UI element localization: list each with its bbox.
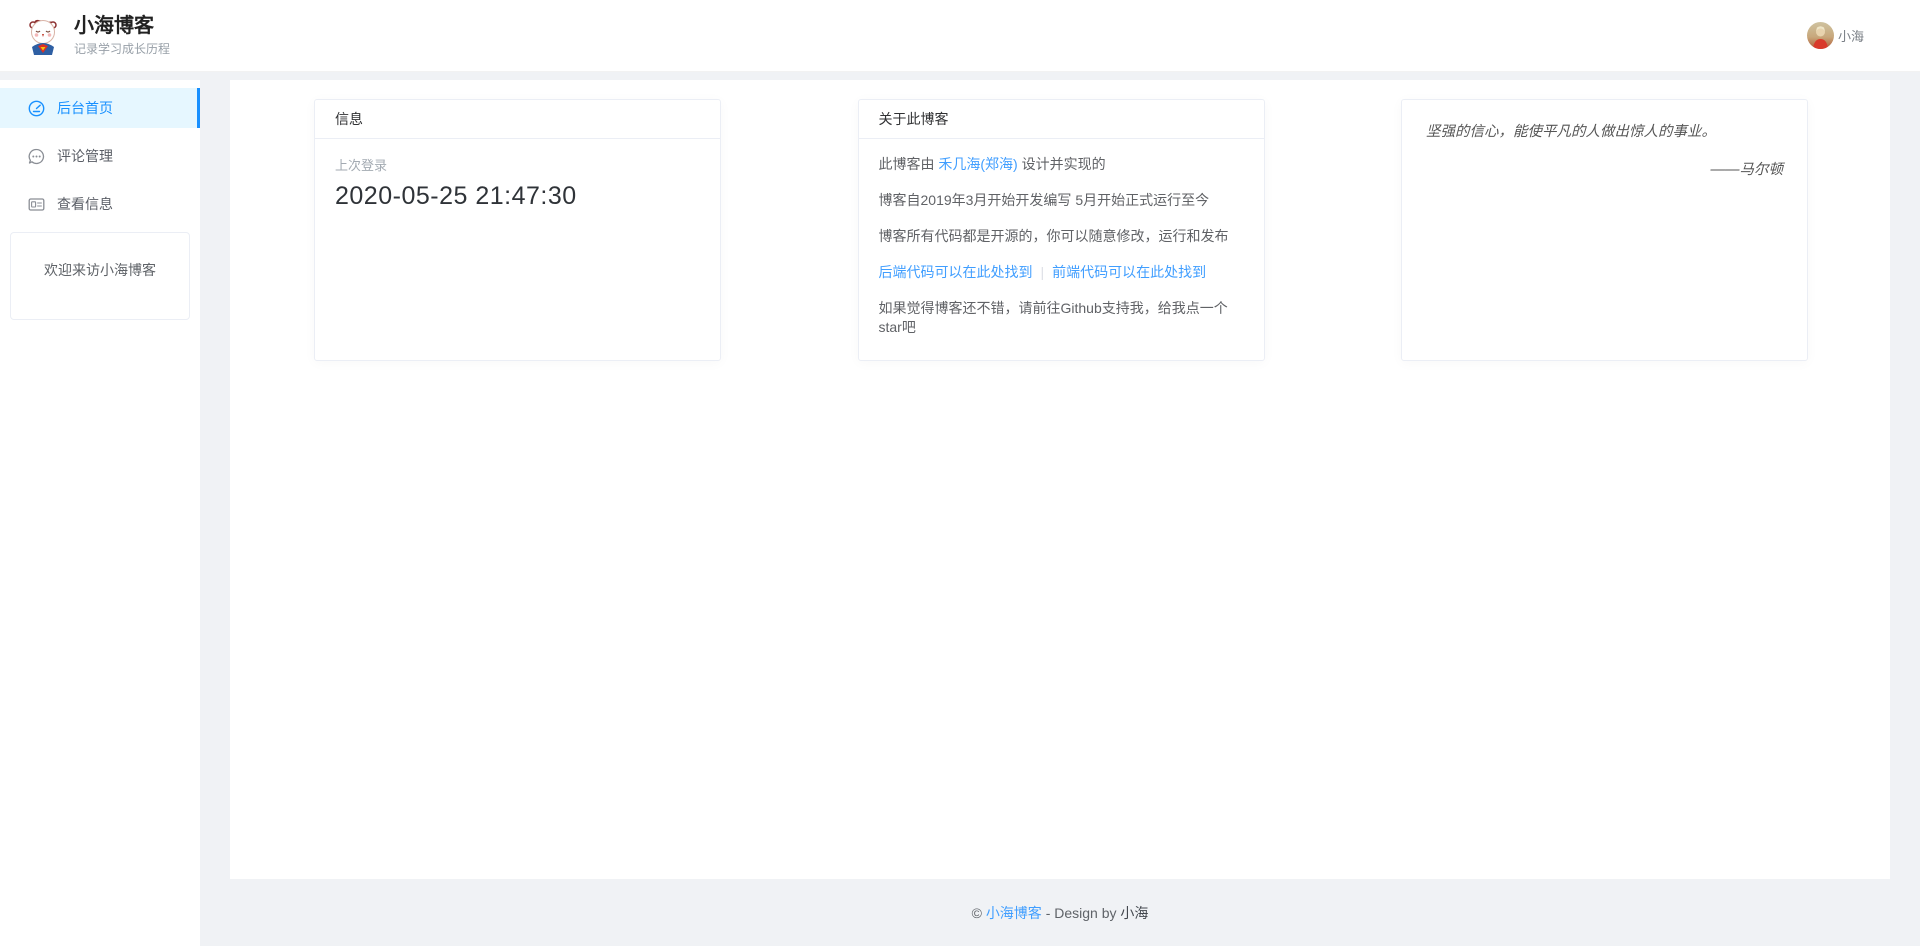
sidebar-item-comments[interactable]: 评论管理 [0,136,200,176]
footer-site-link[interactable]: 小海博客 [986,903,1042,923]
footer-designer: 小海 [1120,903,1148,923]
site-logo-icon [25,17,61,55]
main-content: 信息 上次登录 2020-05-25 21:47:30 关于此博客 此博客由 禾… [230,80,1890,879]
author-link[interactable]: 禾几海(郑海) [938,156,1017,172]
site-title: 小海博客 [74,14,170,38]
about-line-code-links: 后端代码可以在此处找到 | 前端代码可以在此处找到 [879,263,1244,282]
welcome-box: 欢迎来访小海博客 [10,232,190,320]
brand[interactable]: 小海博客 记录学习成长历程 [25,14,170,57]
quote-card: 坚强的信心，能使平凡的人做出惊人的事业。 ——马尔顿 [1401,99,1808,361]
about-line1-prefix: 此博客由 [879,156,939,172]
user-menu[interactable]: 小海 [1807,22,1864,49]
quote-author: ——马尔顿 [1426,158,1783,179]
site-subtitle: 记录学习成长历程 [74,40,170,57]
sidebar-item-label: 查看信息 [57,194,113,214]
id-card-icon [28,196,45,213]
quote-text: 坚强的信心，能使平凡的人做出惊人的事业。 [1426,122,1783,142]
about-line1-suffix: 设计并实现的 [1018,156,1106,172]
info-card: 信息 上次登录 2020-05-25 21:47:30 [314,99,721,361]
sidebar-item-label: 评论管理 [57,146,113,166]
welcome-text: 欢迎来访小海博客 [44,262,156,278]
footer: © 小海博客 - Design by 小海 [230,879,1890,946]
sidebar: 后台首页 评论管理 查看信息 [0,80,200,946]
backend-code-link[interactable]: 后端代码可以在此处找到 [879,264,1033,280]
user-name: 小海 [1838,26,1864,45]
sidebar-item-label: 后台首页 [57,98,113,118]
top-header: 小海博客 记录学习成长历程 小海 [0,0,1920,72]
user-avatar [1807,22,1834,49]
link-divider: | [1041,264,1045,280]
dashboard-icon [28,100,45,117]
last-login-time: 2020-05-25 21:47:30 [335,182,700,211]
about-card-title: 关于此博客 [859,100,1264,139]
page: 小海博客 记录学习成长历程 小海 [0,0,1920,946]
sidebar-item-view-info[interactable]: 查看信息 [0,184,200,224]
about-line-opensource: 博客所有代码都是开源的，你可以随意修改，运行和发布 [879,227,1244,246]
sidebar-item-dashboard[interactable]: 后台首页 [0,88,200,128]
about-line-star: 如果觉得博客还不错，请前往Github支持我，给我点一个star吧 [879,299,1244,337]
footer-design-text: - Design by [1042,905,1121,921]
about-line-author: 此博客由 禾几海(郑海) 设计并实现的 [879,155,1244,174]
about-card: 关于此博客 此博客由 禾几海(郑海) 设计并实现的 博客自2019年3月开始开发… [858,99,1265,361]
last-login-label: 上次登录 [335,155,700,174]
frontend-code-link[interactable]: 前端代码可以在此处找到 [1052,264,1206,280]
comments-icon [28,148,45,165]
footer-copyright: © [972,905,986,921]
about-line-history: 博客自2019年3月开始开发编写 5月开始正式运行至今 [879,191,1244,210]
info-card-title: 信息 [315,100,720,139]
